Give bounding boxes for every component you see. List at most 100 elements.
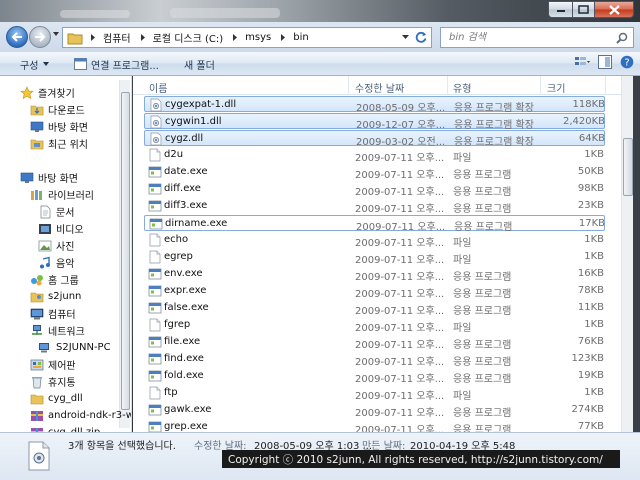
nav-item-홈-그룹[interactable]: 홈 그룹 <box>30 271 79 287</box>
file-row[interactable]: env.exe 2009-07-11 오후... 응용 프로그램 16KB <box>144 266 605 283</box>
file-row[interactable]: diff.exe 2009-07-11 오후... 응용 프로그램 98KB <box>144 181 605 198</box>
file-row[interactable]: egrep 2009-07-11 오후... 파일 1KB <box>144 249 605 266</box>
nav-item-제어판[interactable]: 제어판 <box>30 356 76 372</box>
nav-item-cyg_dll.zip[interactable]: cyg_dll.zip <box>30 424 100 432</box>
column-header-name[interactable]: 이름 <box>149 80 167 95</box>
file-size: 78KB <box>577 285 604 296</box>
column-header-type[interactable]: 유형 <box>453 80 471 95</box>
file-row[interactable]: fgrep 2009-07-11 오후... 파일 1KB <box>144 317 605 334</box>
file-row[interactable]: ftp 2009-07-11 오후... 파일 1KB <box>144 385 605 402</box>
file-row[interactable]: file.exe 2009-07-11 오후... 응용 프로그램 76KB <box>144 334 605 351</box>
file-row[interactable]: cygexpat-1.dll 2008-05-09 오후... 응용 프로그램 확장… <box>144 96 605 114</box>
breadcrumb-separator[interactable] <box>133 28 151 47</box>
forward-button[interactable] <box>29 26 51 48</box>
file-icon <box>148 148 161 162</box>
file-row[interactable]: cygwin1.dll 2009-12-07 오후... 응용 프로그램 확장 2,4… <box>144 113 605 131</box>
file-row[interactable]: false.exe 2009-07-11 오후... 응용 프로그램 11KB <box>144 300 605 317</box>
file-row[interactable]: find.exe 2009-07-11 오후... 응용 프로그램 123KB <box>144 351 605 368</box>
nav-item-cyg_dll[interactable]: cyg_dll <box>30 390 83 406</box>
file-row[interactable]: gawk.exe 2009-07-11 오후... 응용 프로그램 274KB <box>144 402 605 419</box>
close-button[interactable] <box>594 1 634 18</box>
nav-item-비디오[interactable]: 비디오 <box>38 220 84 236</box>
search-icon[interactable] <box>616 32 628 44</box>
breadcrumb-bin[interactable]: bin <box>291 28 310 47</box>
new-folder-button[interactable]: 새 폴더 <box>184 52 215 76</box>
file-list-scrollbar-thumb[interactable] <box>623 138 633 196</box>
file-name: env.exe <box>164 268 203 279</box>
nav-item-s2junn-pc[interactable]: S2JUNN-PC <box>38 339 111 355</box>
address-bar[interactable]: 컴퓨터 로컬 디스크 (C:) msys bin <box>62 27 432 48</box>
file-icon <box>148 386 161 400</box>
preview-pane-icon[interactable] <box>598 55 612 69</box>
open-with-label: 연결 프로그램... <box>91 60 159 72</box>
nav-item-네트워크[interactable]: 네트워크 <box>30 322 85 338</box>
folder-icon <box>67 33 83 44</box>
breadcrumb-separator[interactable] <box>225 28 243 47</box>
nav-item-다운로드[interactable]: 다운로드 <box>30 101 85 117</box>
nav-item-label: 컴퓨터 <box>48 309 76 321</box>
nav-item-사진[interactable]: 사진 <box>38 237 74 253</box>
file-name: false.exe <box>164 302 209 313</box>
search-box[interactable] <box>440 27 634 48</box>
exe-icon <box>148 335 162 348</box>
address-history-dropdown-icon[interactable] <box>402 34 409 40</box>
open-with-button[interactable]: 연결 프로그램... <box>74 52 159 76</box>
file-icon <box>148 250 161 264</box>
file-row[interactable]: expr.exe 2009-07-11 오후... 응용 프로그램 78KB <box>144 283 605 300</box>
file-list-scrollbar[interactable] <box>621 76 633 432</box>
organize-menu[interactable]: 구성 <box>20 52 50 76</box>
column-header-size[interactable]: 크기 <box>547 80 565 95</box>
nav-item-휴지통[interactable]: 휴지통 <box>30 373 76 389</box>
file-type: 파일 <box>453 391 472 402</box>
file-row[interactable]: cygz.dll 2009-03-02 오전... 응용 프로그램 확장 64KB <box>144 130 605 148</box>
file-row[interactable]: echo 2009-07-11 오후... 파일 1KB <box>144 232 605 249</box>
breadcrumb-computer[interactable]: 컴퓨터 <box>101 28 133 47</box>
nav-item-바탕-화면[interactable]: 바탕 화면 <box>20 169 78 185</box>
nav-item-s2junn[interactable]: s2junn <box>30 288 81 304</box>
file-row[interactable]: grep.exe 2009-07-11 오후... 응용 프로그램 77KB <box>144 419 605 432</box>
view-options-icon[interactable] <box>574 55 590 69</box>
maximize-button[interactable] <box>572 1 594 18</box>
file-modified-date: 2009-07-11 오후... <box>355 204 445 215</box>
breadcrumb-separator[interactable] <box>273 28 291 47</box>
nav-pane-scrollbar-thumb[interactable] <box>121 92 130 410</box>
file-row[interactable]: dirname.exe 2009-07-11 오후... 응용 프로그램 17KB <box>144 215 605 233</box>
navigation-pane: 즐겨찾기 다운로드 바탕 화면 최근 위치 바탕 화면 라이브러리 문서 비디오 사진 음악 홈 그… <box>0 76 132 432</box>
nav-item-음악[interactable]: 음악 <box>38 254 74 270</box>
help-icon[interactable]: ? <box>620 55 634 69</box>
column-header-row: 이름 수정한 날짜 유형 크기 <box>133 76 621 95</box>
nav-item-최근-위치[interactable]: 최근 위치 <box>30 135 88 151</box>
nav-pane-scrollbar[interactable] <box>119 80 130 428</box>
nav-item-즐겨찾기[interactable]: 즐겨찾기 <box>20 84 75 100</box>
breadcrumb-msys[interactable]: msys <box>243 28 273 47</box>
file-row[interactable]: fold.exe 2009-07-11 오후... 응용 프로그램 19KB <box>144 368 605 385</box>
file-type: 응용 프로그램 <box>453 272 512 283</box>
breadcrumb-separator[interactable] <box>83 28 101 47</box>
exe-icon <box>148 369 162 382</box>
column-divider[interactable] <box>348 76 349 95</box>
file-row[interactable]: d2u 2009-07-11 오후... 파일 1KB <box>144 147 605 164</box>
file-type: 응용 프로그램 <box>453 306 512 317</box>
file-row[interactable]: diff3.exe 2009-07-11 오후... 응용 프로그램 23KB <box>144 198 605 215</box>
column-header-date[interactable]: 수정한 날짜 <box>355 80 404 95</box>
back-button[interactable] <box>6 26 28 48</box>
column-divider[interactable] <box>447 76 448 95</box>
nav-item-바탕-화면[interactable]: 바탕 화면 <box>30 118 88 134</box>
title-bar[interactable] <box>0 0 640 22</box>
nav-item-android-ndk-r3-w[interactable]: android-ndk-r3-w <box>30 407 131 423</box>
refresh-icon[interactable] <box>415 31 427 43</box>
pictures-icon <box>38 239 52 252</box>
nav-item-label: S2JUNN-PC <box>56 341 111 353</box>
column-divider[interactable] <box>540 76 541 95</box>
minimize-button[interactable] <box>548 1 572 18</box>
nav-item-label: 바탕 화면 <box>48 122 88 134</box>
recent-pages-dropdown-icon[interactable] <box>53 32 59 37</box>
search-input[interactable] <box>449 32 609 43</box>
nav-item-문서[interactable]: 문서 <box>38 203 74 219</box>
file-row[interactable]: date.exe 2009-07-11 오후... 응용 프로그램 50KB <box>144 164 605 181</box>
nav-item-라이브러리[interactable]: 라이브러리 <box>30 186 94 202</box>
breadcrumb-local-disk[interactable]: 로컬 디스크 (C:) <box>151 28 226 47</box>
column-divider[interactable] <box>605 76 606 95</box>
nav-item-컴퓨터[interactable]: 컴퓨터 <box>30 305 76 321</box>
homegroup-icon <box>30 273 44 286</box>
